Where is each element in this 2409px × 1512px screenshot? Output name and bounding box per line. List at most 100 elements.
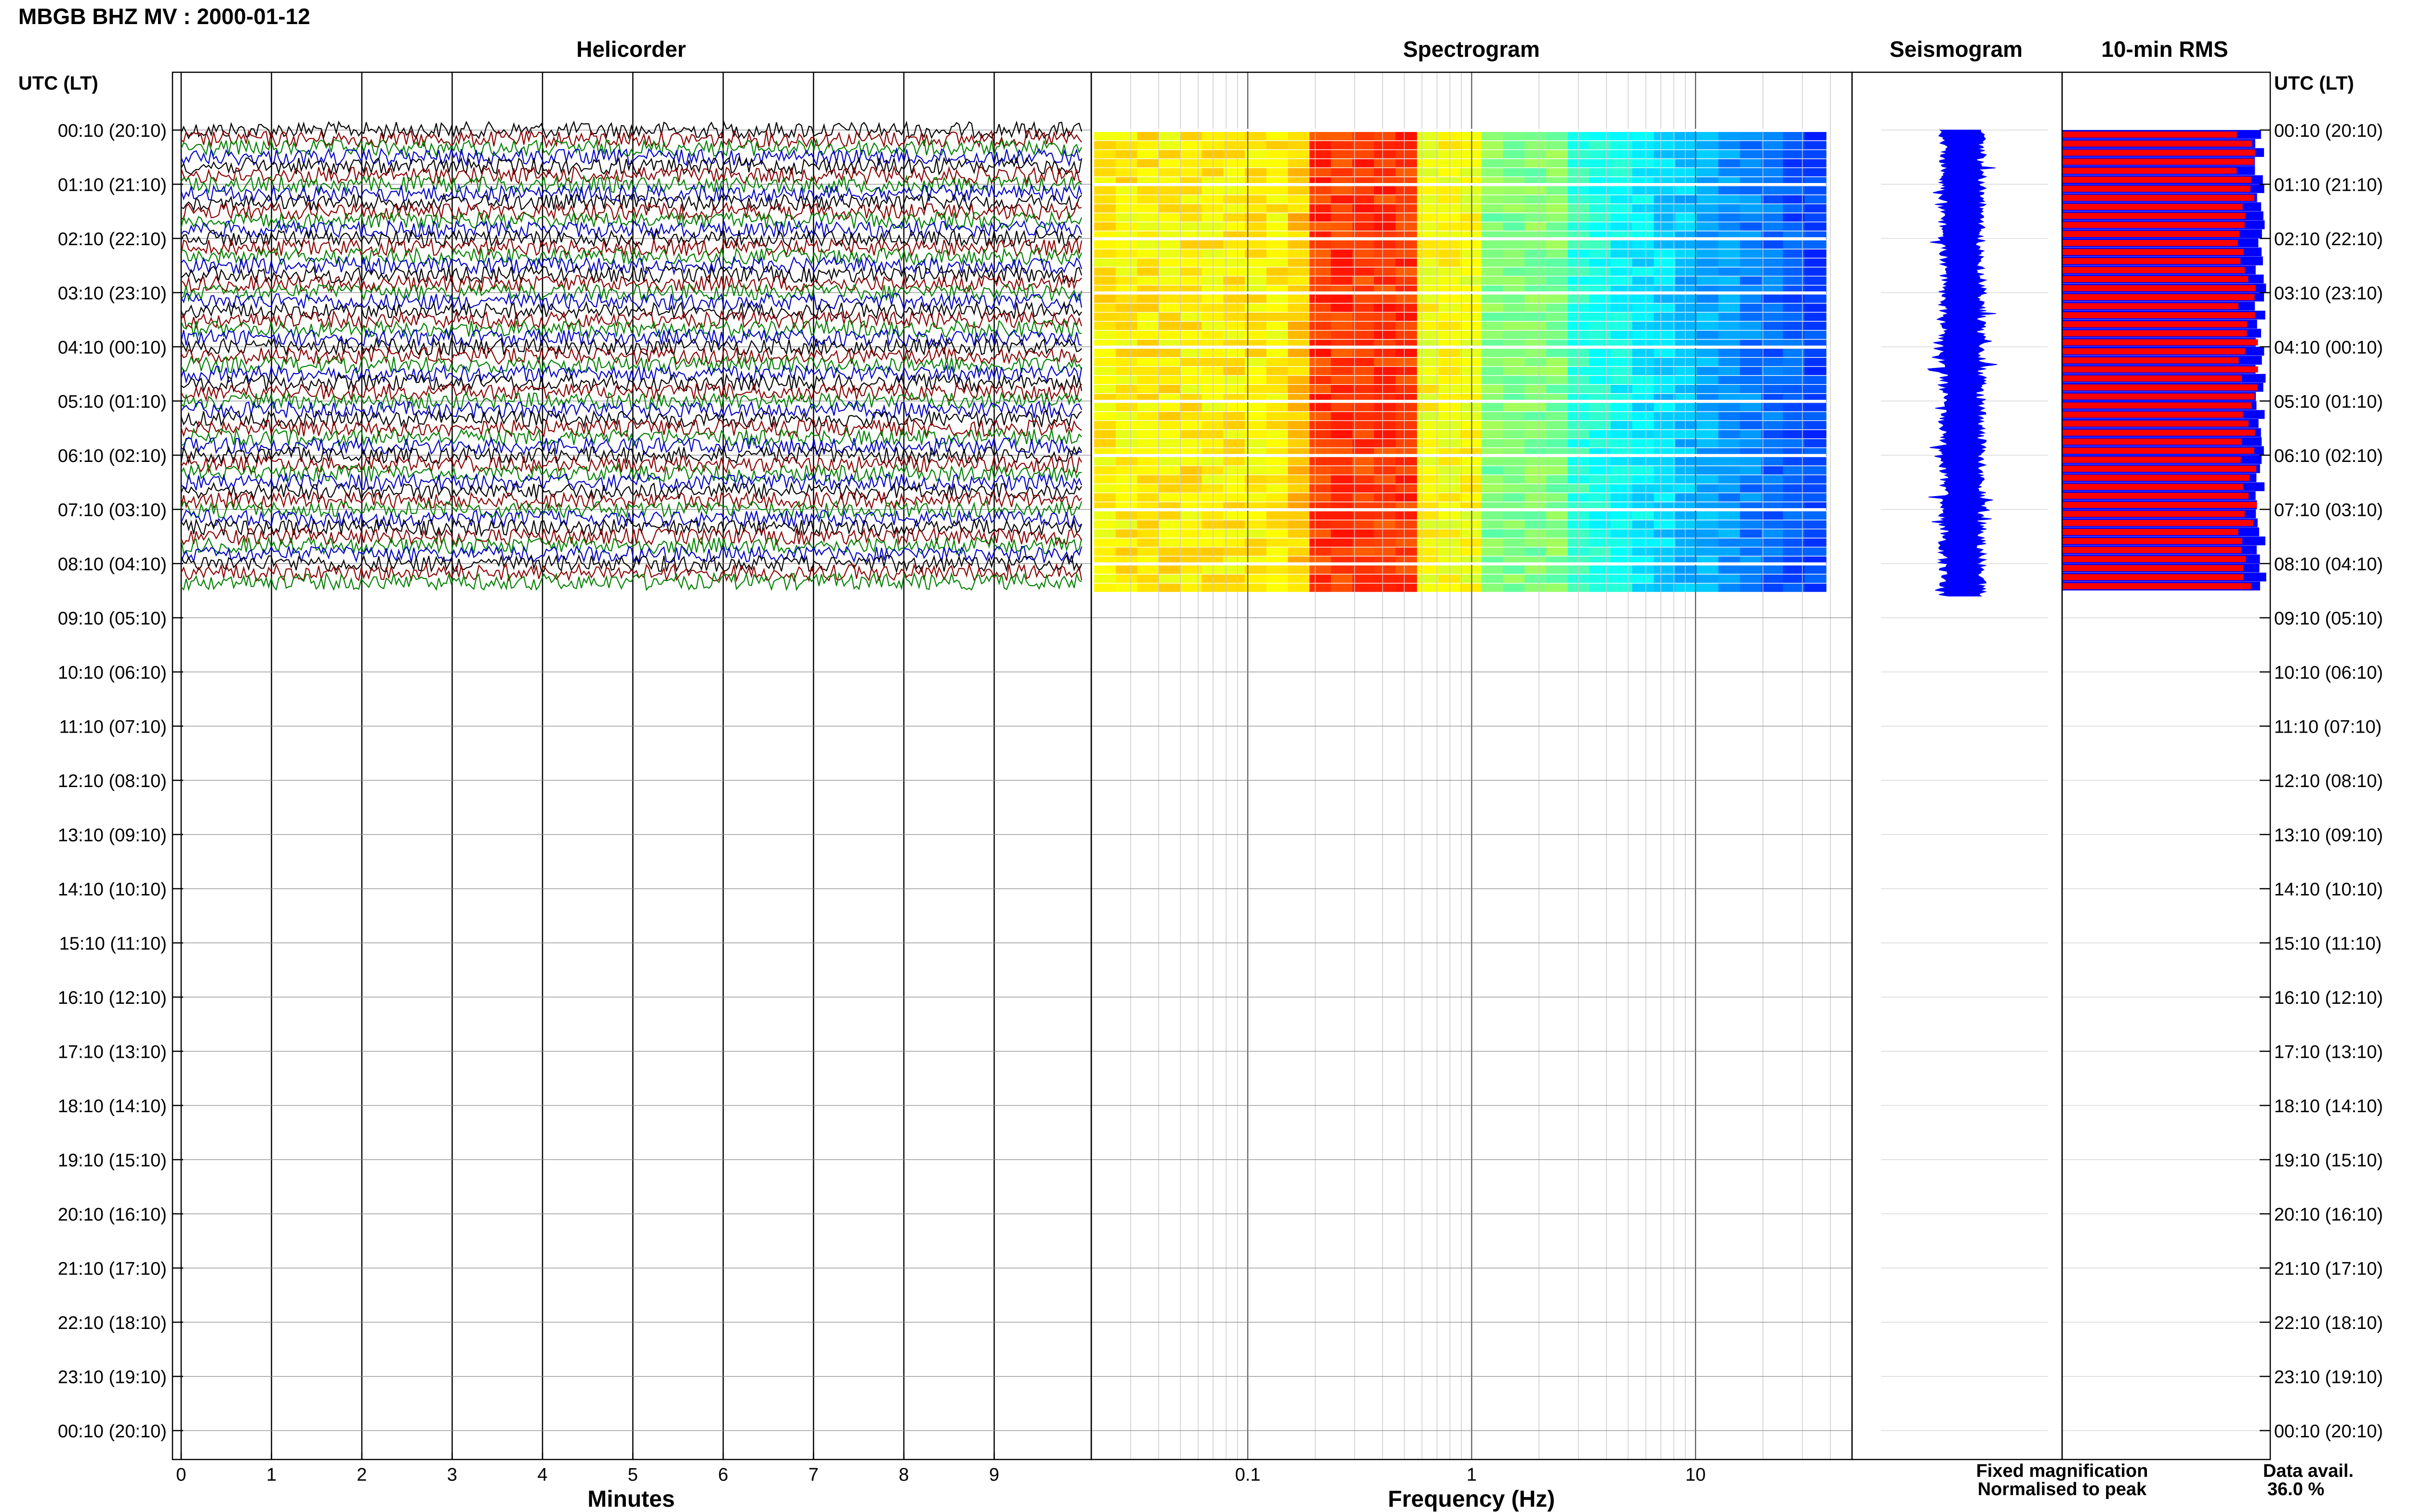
spectrogram-cell — [1482, 195, 1504, 204]
spectrogram-cell — [1654, 583, 1676, 592]
spectrogram-cell — [1654, 484, 1676, 493]
spectrogram-cell — [1374, 385, 1396, 394]
spectrogram-cell — [1438, 168, 1461, 177]
spectrogram-cell — [1460, 574, 1482, 583]
hour-label-right: 11:10 (07:10) — [2274, 717, 2382, 737]
spectrogram-cell — [1589, 475, 1612, 484]
spectrogram-cell — [1740, 484, 1762, 493]
spectrogram-cell — [1309, 484, 1332, 493]
spectrogram-cell — [1352, 349, 1375, 357]
spectrogram-cell — [1761, 565, 1784, 574]
spectrogram-cell — [1180, 267, 1203, 276]
spectrogram-cell — [1438, 574, 1461, 583]
spectrogram-cell — [1589, 385, 1612, 394]
spectrogram-cell — [1137, 484, 1159, 493]
spectrogram-cell — [1159, 439, 1181, 447]
spectrogram-cell — [1546, 321, 1568, 330]
spectrogram-cell — [1804, 258, 1827, 267]
spectrogram-cell — [1309, 403, 1332, 411]
spectrogram-cell — [1718, 330, 1741, 339]
spectrogram-cell — [1352, 195, 1375, 204]
spectrogram-cell — [1482, 132, 1504, 141]
figure-canvas: MBGB BHZ MV : 2000-01-12 Helicorder Spec… — [18, 4, 2383, 1512]
spectrogram-cell — [1417, 466, 1439, 475]
rms-bar-normalised — [2062, 565, 2243, 571]
spectrogram-cell — [1761, 222, 1784, 231]
spectrogram-cell — [1180, 457, 1203, 466]
spectrogram-cell — [1482, 357, 1504, 367]
spectrogram-cell — [1696, 240, 1719, 249]
spectrogram-cell — [1804, 159, 1827, 168]
spectrogram-cell — [1675, 321, 1697, 330]
spectrogram-cell — [1438, 141, 1461, 150]
spectrogram-cell — [1503, 412, 1525, 421]
spectrogram-cell — [1094, 421, 1116, 430]
spectrogram-cell — [1589, 240, 1612, 249]
spectrogram-cell — [1352, 484, 1375, 493]
spectrogram-cell — [1804, 403, 1827, 411]
spectrogram-cell — [1696, 457, 1719, 466]
spectrogram-cell — [1654, 258, 1676, 267]
hour-label-left: 11:10 (07:10) — [59, 717, 167, 737]
spectrogram-cell — [1115, 213, 1138, 222]
spectrogram-cell — [1482, 330, 1504, 339]
spectrogram-cell — [1180, 574, 1203, 583]
spectrogram-cell — [1374, 222, 1396, 231]
spectrogram-cell — [1783, 222, 1805, 231]
spectrogram-cell — [1115, 367, 1138, 375]
hour-label-left: 07:10 (03:10) — [58, 500, 167, 521]
spectrogram-cell — [1740, 412, 1762, 421]
spectrogram-cell — [1654, 529, 1676, 538]
rms-bar-normalised — [2062, 457, 2241, 463]
spectrogram-cell — [1438, 349, 1461, 357]
spectrogram-cell — [1094, 583, 1116, 592]
spectrogram-cell — [1374, 321, 1396, 330]
spectrogram-cell — [1309, 520, 1332, 529]
helicorder-trace — [181, 309, 1083, 330]
hour-label-right: 16:10 (12:10) — [2274, 988, 2383, 1008]
spectrogram-cell — [1223, 258, 1245, 267]
hour-label-right: 17:10 (13:10) — [2274, 1042, 2383, 1063]
spectrogram-cell — [1438, 159, 1461, 168]
rms-bar-normalised — [2062, 465, 2256, 472]
spectrogram-cell — [1266, 294, 1288, 303]
spectrogram-cell — [1546, 412, 1568, 421]
spectrogram-cell — [1266, 403, 1288, 411]
spectrogram-cell — [1309, 186, 1332, 195]
hour-label-left: 21:10 (17:10) — [58, 1259, 167, 1279]
spectrogram-cell — [1524, 349, 1547, 357]
spectrogram-cell — [1524, 457, 1547, 466]
spectrogram-cell — [1740, 303, 1762, 312]
spectrogram-cell — [1094, 313, 1116, 321]
spectrogram-cell — [1589, 357, 1612, 367]
rms-bar-normalised — [2062, 429, 2255, 436]
spectrogram-cell — [1783, 430, 1805, 439]
spectrogram-cell — [1804, 430, 1827, 439]
spectrogram-cell — [1374, 430, 1396, 439]
spectrogram-cell — [1288, 439, 1310, 447]
spectrogram-cell — [1223, 313, 1245, 321]
spectrogram-cell — [1137, 493, 1159, 502]
spectrogram-cell — [1503, 430, 1525, 439]
spectrogram-cell — [1266, 240, 1288, 249]
spectrogram-cell — [1503, 439, 1525, 447]
spectrogram-cell — [1654, 240, 1676, 249]
spectrogram-cell — [1374, 421, 1396, 430]
spectrogram-cell — [1696, 511, 1719, 520]
seismogram-title: Seismogram — [1890, 37, 2023, 62]
spectrogram-cell — [1159, 484, 1181, 493]
spectrogram-cell — [1675, 574, 1697, 583]
spectrogram-cell — [1288, 258, 1310, 267]
spectrogram-cell — [1266, 412, 1288, 421]
spectrogram-cell — [1675, 240, 1697, 249]
spectrogram-cell — [1352, 303, 1375, 312]
spectrogram-cell — [1395, 249, 1417, 258]
spectrogram-cell — [1696, 493, 1719, 502]
spectrogram-cell — [1352, 276, 1375, 285]
hour-label-right: 23:10 (19:10) — [2274, 1367, 2383, 1388]
spectrogram-cell — [1223, 412, 1245, 421]
spectrogram-cell — [1266, 493, 1288, 502]
spectrogram-cell — [1632, 213, 1655, 222]
spectrogram-cell — [1395, 457, 1417, 466]
spectrogram-cell — [1266, 141, 1288, 150]
